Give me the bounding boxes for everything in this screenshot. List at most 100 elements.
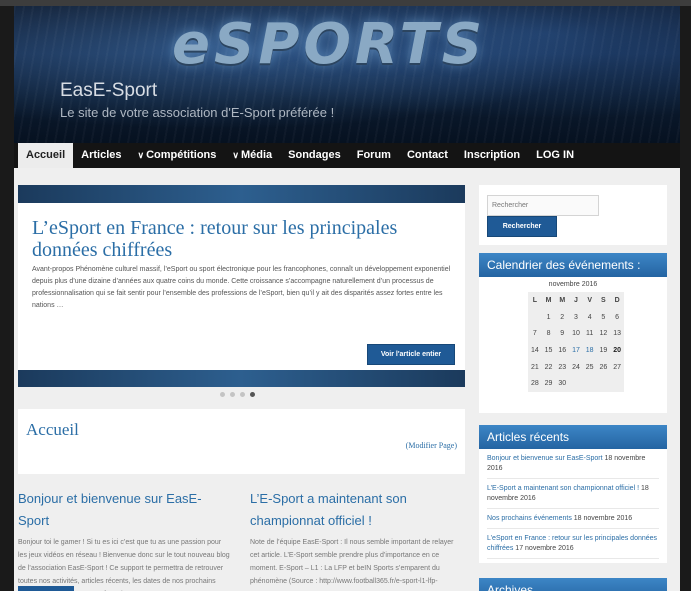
calendar-day: 25 bbox=[585, 363, 594, 371]
main-navigation: Accueil Articles ∨ Compétitions ∨ Média Sondag… bbox=[14, 143, 680, 168]
calendar-day: 10 bbox=[572, 330, 580, 338]
calendar-day: 14 bbox=[530, 346, 539, 354]
nav-item-label: Forum bbox=[356, 149, 391, 161]
featured-slider: L’eSport en France : retour sur les prin… bbox=[18, 185, 465, 387]
calendar-weekday: M bbox=[545, 296, 552, 304]
page-title: Accueil bbox=[26, 420, 79, 439]
calendar-week-row: 21 22 23 24 25 26 27 bbox=[528, 359, 624, 376]
archives-widget: Archives bbox=[479, 578, 667, 591]
slider-dot[interactable] bbox=[220, 392, 225, 397]
slider-dot[interactable] bbox=[240, 392, 245, 397]
archives-title: Archives bbox=[479, 578, 667, 591]
post-title[interactable]: Bonjour et bienvenue sur EasE-Sport bbox=[18, 488, 230, 532]
nav-item-inscription[interactable]: Inscription bbox=[456, 143, 528, 168]
calendar-day: 9 bbox=[560, 330, 565, 338]
recent-post-date: 17 novembre 2016 bbox=[515, 545, 574, 552]
page-header-box: Accueil (Modifier Page) bbox=[18, 409, 465, 474]
calendar-day: 24 bbox=[572, 363, 580, 371]
calendar-widget-title: Calendrier des événements : bbox=[479, 253, 667, 277]
site-description: Le site de votre association d'E-Sport p… bbox=[60, 105, 335, 120]
nav-item-m-dia[interactable]: ∨ Média bbox=[224, 143, 280, 168]
calendar-week-row: 7 8 9 10 11 12 13 bbox=[528, 325, 624, 342]
nav-item-articles[interactable]: Articles bbox=[73, 143, 129, 168]
calendar-day: 26 bbox=[599, 363, 608, 371]
post-list: Bonjour et bienvenue sur EasE-Sport Bonj… bbox=[18, 488, 465, 591]
calendar-weekday: L bbox=[532, 296, 537, 304]
nav-item-label: LOG IN bbox=[536, 149, 575, 161]
site-header: eSPORTS EasE-Sport Le site de votre asso… bbox=[14, 6, 680, 143]
calendar-day: 21 bbox=[530, 363, 539, 371]
post-card: L’E-Sport a maintenant son championnat o… bbox=[250, 488, 462, 588]
calendar-day: 22 bbox=[544, 363, 553, 371]
calendar-day: 11 bbox=[586, 330, 594, 338]
calendar-day: 13 bbox=[613, 330, 621, 338]
calendar-day: 27 bbox=[613, 363, 621, 371]
calendar-day: 4 bbox=[587, 313, 592, 321]
chevron-down-icon: ∨ bbox=[137, 150, 145, 160]
calendar-day: 3 bbox=[574, 313, 578, 321]
calendar-weekday: M bbox=[559, 296, 566, 304]
post-title[interactable]: L’E-Sport a maintenant son championnat o… bbox=[250, 488, 462, 532]
read-more-button[interactable] bbox=[18, 586, 74, 591]
recent-post-link[interactable]: Nos prochains événements bbox=[487, 515, 572, 522]
calendar-day: 8 bbox=[546, 330, 551, 338]
calendar-day: 12 bbox=[599, 330, 608, 338]
calendar-day: 2 bbox=[560, 313, 565, 321]
calendar-widget: Calendrier des événements : novembre 201… bbox=[479, 253, 667, 413]
site-title[interactable]: EasE-Sport bbox=[60, 80, 157, 102]
nav-item-label: Articles bbox=[81, 149, 122, 161]
calendar-day: 6 bbox=[615, 313, 620, 321]
nav-item-sondages[interactable]: Sondages bbox=[280, 143, 349, 168]
calendar-week-row: 14 15 16 17 18 19 20 bbox=[528, 342, 624, 359]
recent-posts-title: Articles récents bbox=[479, 425, 667, 449]
nav-item-label: Contact bbox=[406, 149, 448, 161]
recent-post-link[interactable]: Bonjour et bienvenue sur EasE-Sport bbox=[487, 455, 603, 462]
calendar-day: 15 bbox=[544, 346, 553, 354]
calendar-day: 16 bbox=[558, 346, 567, 354]
recent-posts-widget: Articles récents Bonjour et bienvenue su… bbox=[479, 425, 667, 563]
nav-item-label: Compétitions bbox=[146, 149, 217, 161]
edit-page-link[interactable]: (Modifier Page) bbox=[406, 441, 457, 450]
esports-logo: eSPORTS bbox=[172, 12, 487, 77]
calendar-weekday: V bbox=[587, 296, 592, 304]
calendar-day: 7 bbox=[532, 330, 537, 338]
calendar-day[interactable]: 18 bbox=[583, 342, 597, 359]
chevron-down-icon: ∨ bbox=[232, 150, 239, 160]
slider-dot[interactable] bbox=[250, 392, 255, 397]
nav-item-contact[interactable]: Contact bbox=[399, 143, 456, 168]
slider-bottom-band bbox=[18, 370, 465, 387]
nav-item-comp-titions[interactable]: ∨ Compétitions bbox=[130, 143, 225, 168]
calendar-empty-cell bbox=[583, 375, 597, 392]
read-full-article-button[interactable]: Voir l'article entier bbox=[367, 344, 455, 365]
recent-post-item: L’E-Sport a maintenant son championnat o… bbox=[487, 479, 659, 509]
calendar-weekday: D bbox=[614, 296, 620, 304]
calendar-day: 20 bbox=[613, 346, 621, 354]
slider-top-band bbox=[18, 185, 465, 203]
slide-excerpt: Avant-propos Phénomène culturel massif, … bbox=[32, 266, 451, 309]
nav-list: Accueil Articles ∨ Compétitions ∨ Média Sondag… bbox=[14, 143, 680, 168]
nav-item-log-in[interactable]: LOG IN bbox=[528, 143, 582, 168]
calendar-day: 5 bbox=[601, 313, 606, 321]
recent-post-link[interactable]: L’E-Sport a maintenant son championnat o… bbox=[487, 485, 639, 492]
calendar-day: 19 bbox=[599, 346, 608, 354]
post-excerpt: Bonjour toi le gamer ! Si tu es ici c’es… bbox=[18, 539, 230, 585]
calendar-empty-cell bbox=[597, 375, 611, 392]
calendar-day: 30 bbox=[558, 380, 567, 388]
calendar-empty-cell bbox=[528, 309, 542, 326]
search-input[interactable]: Rechercher bbox=[487, 195, 599, 216]
calendar-day: 29 bbox=[544, 380, 553, 388]
nav-item-accueil[interactable]: Accueil bbox=[18, 143, 74, 168]
nav-item-forum[interactable]: Forum bbox=[349, 143, 399, 168]
calendar-day[interactable]: 17 bbox=[569, 342, 583, 359]
recent-post-item: Nos prochains événements 18 novembre 201… bbox=[487, 509, 659, 529]
slide-title[interactable]: L’eSport en France : retour sur les prin… bbox=[32, 217, 452, 261]
slider-pagination bbox=[220, 392, 255, 397]
calendar-day: 23 bbox=[558, 363, 567, 371]
search-button[interactable]: Rechercher bbox=[487, 216, 557, 237]
recent-posts-list: Bonjour et bienvenue sur EasE-Sport 18 n… bbox=[479, 449, 667, 559]
calendar-weekday-row: LMMJVSD bbox=[528, 292, 624, 309]
calendar-empty-cell bbox=[569, 375, 583, 392]
slider-dot[interactable] bbox=[230, 392, 235, 397]
recent-post-item: L’eSport en France : retour sur les prin… bbox=[487, 529, 659, 559]
calendar-table: L M M J V S D 1 2 3 4 5 6 7 8 9 10 11 12 13 14 15 16 17 18 19 20 21… bbox=[528, 292, 624, 393]
